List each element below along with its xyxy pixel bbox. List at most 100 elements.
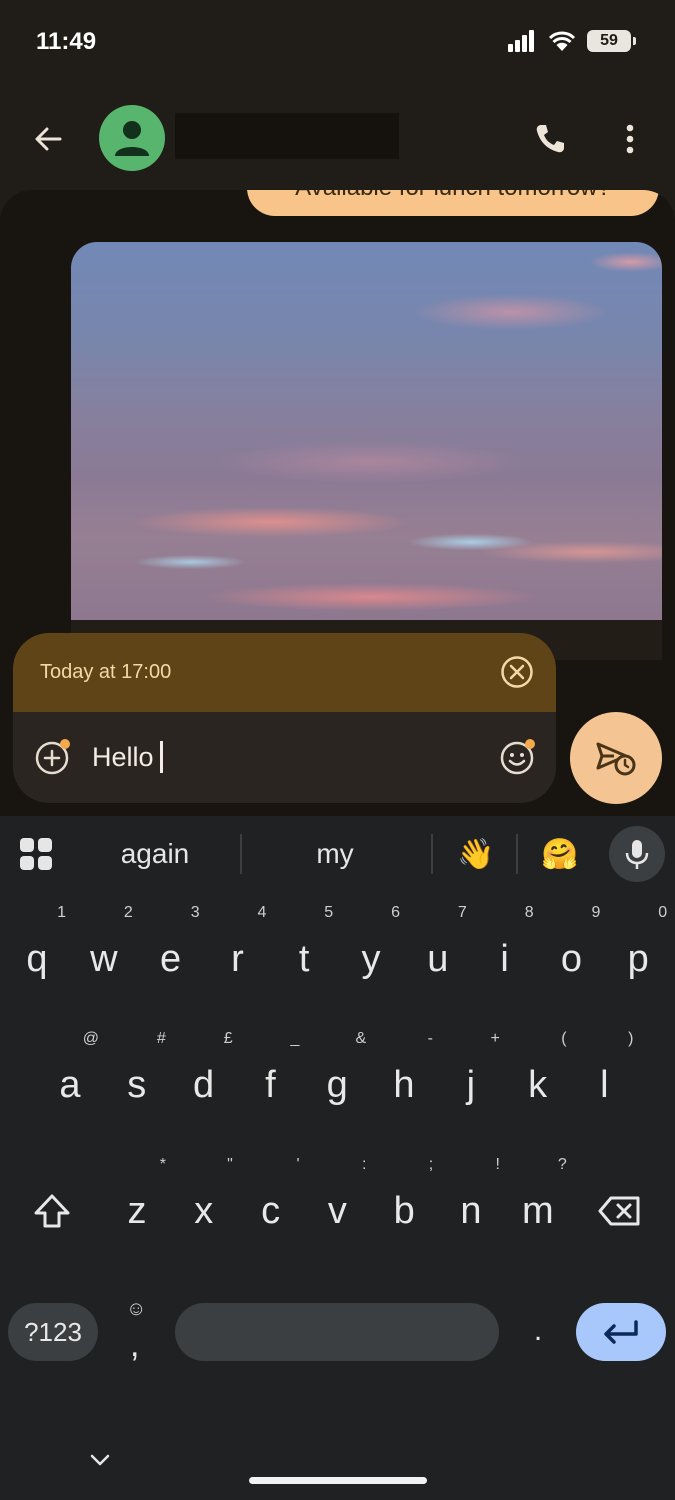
key-hint: (	[561, 1030, 567, 1047]
symbols-key[interactable]: ?123	[8, 1303, 98, 1361]
period-key[interactable]: .	[510, 1286, 566, 1376]
home-gesture-bar[interactable]	[249, 1477, 427, 1484]
cancel-schedule-button[interactable]	[498, 653, 536, 691]
key-letter: c	[261, 1189, 281, 1232]
keyboard-menu-icon[interactable]	[16, 834, 56, 874]
scheduled-time-label: Today at 17:00	[40, 661, 172, 683]
messages-screen: 11:49 59 Today at 17:00 Hello again my 👋…	[0, 0, 675, 1500]
key-a[interactable]: @ a	[37, 1030, 103, 1130]
key-letter: i	[500, 937, 509, 980]
key-hint: 5	[324, 904, 334, 921]
space-bar[interactable]	[175, 1303, 499, 1361]
key-letter: h	[393, 1063, 415, 1106]
message-input[interactable]: Hello	[92, 736, 163, 778]
key-w[interactable]: 2w	[71, 904, 137, 1004]
compose-row: Hello	[13, 712, 556, 803]
key-v[interactable]: :v	[304, 1156, 370, 1256]
key-hint: _	[290, 1030, 300, 1047]
enter-arrow-icon	[604, 1320, 638, 1344]
key-hint: '	[296, 1156, 300, 1173]
microphone-icon	[625, 840, 649, 869]
suggestion-my[interactable]: my	[255, 830, 415, 878]
key-r[interactable]: 4r	[204, 904, 270, 1004]
suggestion-strip: again my 👋 🤗	[0, 816, 675, 892]
suggestion-hugging-emoji[interactable]: 🤗	[524, 830, 596, 878]
key-hint: 1	[57, 904, 66, 921]
conversation-app-bar	[0, 95, 675, 185]
key-u[interactable]: 7u	[405, 904, 471, 1004]
key-t[interactable]: 5t	[271, 904, 337, 1004]
scheduled-send-banner[interactable]: Today at 17:00	[13, 633, 556, 712]
avatar[interactable]	[99, 105, 165, 171]
back-arrow-icon	[35, 127, 62, 151]
key-letter: b	[393, 1189, 415, 1232]
key-h[interactable]: -h	[371, 1030, 437, 1130]
status-icons: 59	[507, 30, 636, 52]
key-hint: 8	[524, 904, 534, 921]
suggestion-again[interactable]: again	[75, 830, 235, 878]
text-cursor	[159, 741, 163, 773]
key-x[interactable]: " x	[171, 1156, 237, 1256]
emoji-button[interactable]	[498, 737, 538, 777]
key-letter: x	[194, 1189, 214, 1232]
signal-icon	[508, 30, 534, 52]
key-hint: !	[495, 1156, 500, 1173]
key-n[interactable]: ! n	[438, 1156, 504, 1256]
add-attachment-button[interactable]	[33, 737, 73, 777]
key-c[interactable]: ' c	[238, 1156, 304, 1256]
voice-input-button[interactable]	[609, 826, 665, 882]
outgoing-message-bubble[interactable]: Available for lunch tomorrow?	[247, 190, 659, 216]
close-circle-icon	[501, 656, 533, 688]
key-hint: 7	[457, 904, 467, 921]
key-k[interactable]: (k	[505, 1030, 571, 1130]
suggestion-divider	[431, 834, 433, 874]
key-y[interactable]: 6y	[338, 904, 404, 1004]
message-input-text: Hello	[92, 742, 154, 772]
hide-keyboard-button[interactable]	[80, 1444, 120, 1476]
key-s[interactable]: # s	[104, 1030, 170, 1130]
key-e[interactable]: 3e	[138, 904, 204, 1004]
key-letter: t	[298, 937, 310, 980]
image-message-sunset-clouds[interactable]	[71, 242, 662, 620]
suggestion-divider	[516, 834, 518, 874]
key-letter: e	[160, 937, 182, 980]
more-options-button[interactable]	[606, 115, 654, 163]
key-letter: s	[127, 1063, 147, 1106]
key-hint: ;	[428, 1156, 434, 1173]
key-letter: q	[26, 937, 48, 980]
key-hint: 2	[123, 904, 133, 921]
key-g[interactable]: & g	[304, 1030, 370, 1130]
key-f[interactable]: _ f	[237, 1030, 303, 1130]
key-hint: ?	[557, 1156, 567, 1173]
soft-keyboard: again my 👋 🤗 1q2w3e4r5t6y7u8i9o0p @ a # s £ d…	[0, 816, 675, 1500]
key-hint: -	[427, 1030, 433, 1047]
scheduled-send-button[interactable]	[570, 712, 662, 804]
shift-key[interactable]	[12, 1161, 92, 1261]
enter-key[interactable]	[576, 1303, 666, 1361]
suggestion-waving-hand-emoji[interactable]: 👋	[440, 830, 512, 878]
backspace-key[interactable]	[580, 1161, 660, 1261]
key-hint: +	[490, 1030, 500, 1047]
key-letter: o	[560, 937, 582, 980]
back-button[interactable]	[24, 115, 72, 163]
key-q[interactable]: 1q	[4, 904, 70, 1004]
key-o[interactable]: 9o	[538, 904, 604, 1004]
key-z[interactable]: * z	[104, 1156, 170, 1256]
key-j[interactable]: + j	[438, 1030, 504, 1130]
key-hint: 4	[257, 904, 267, 921]
key-i[interactable]: 8i	[472, 904, 538, 1004]
key-m[interactable]: ? m	[505, 1156, 571, 1256]
key-letter: a	[59, 1063, 81, 1106]
key-hint: @	[82, 1030, 99, 1047]
key-l[interactable]: ) l	[571, 1030, 637, 1130]
comma-label: ,	[130, 1326, 140, 1364]
call-button[interactable]	[526, 115, 574, 163]
key-letter: r	[231, 937, 244, 980]
key-d[interactable]: £ d	[171, 1030, 237, 1130]
comma-key[interactable]: ☺ ,	[108, 1286, 164, 1376]
key-p[interactable]: 0p	[605, 904, 671, 1004]
key-hint: )	[628, 1030, 634, 1047]
contact-name-redacted[interactable]	[175, 113, 399, 159]
key-b[interactable]: ; b	[371, 1156, 437, 1256]
key-hint: &	[355, 1030, 367, 1047]
